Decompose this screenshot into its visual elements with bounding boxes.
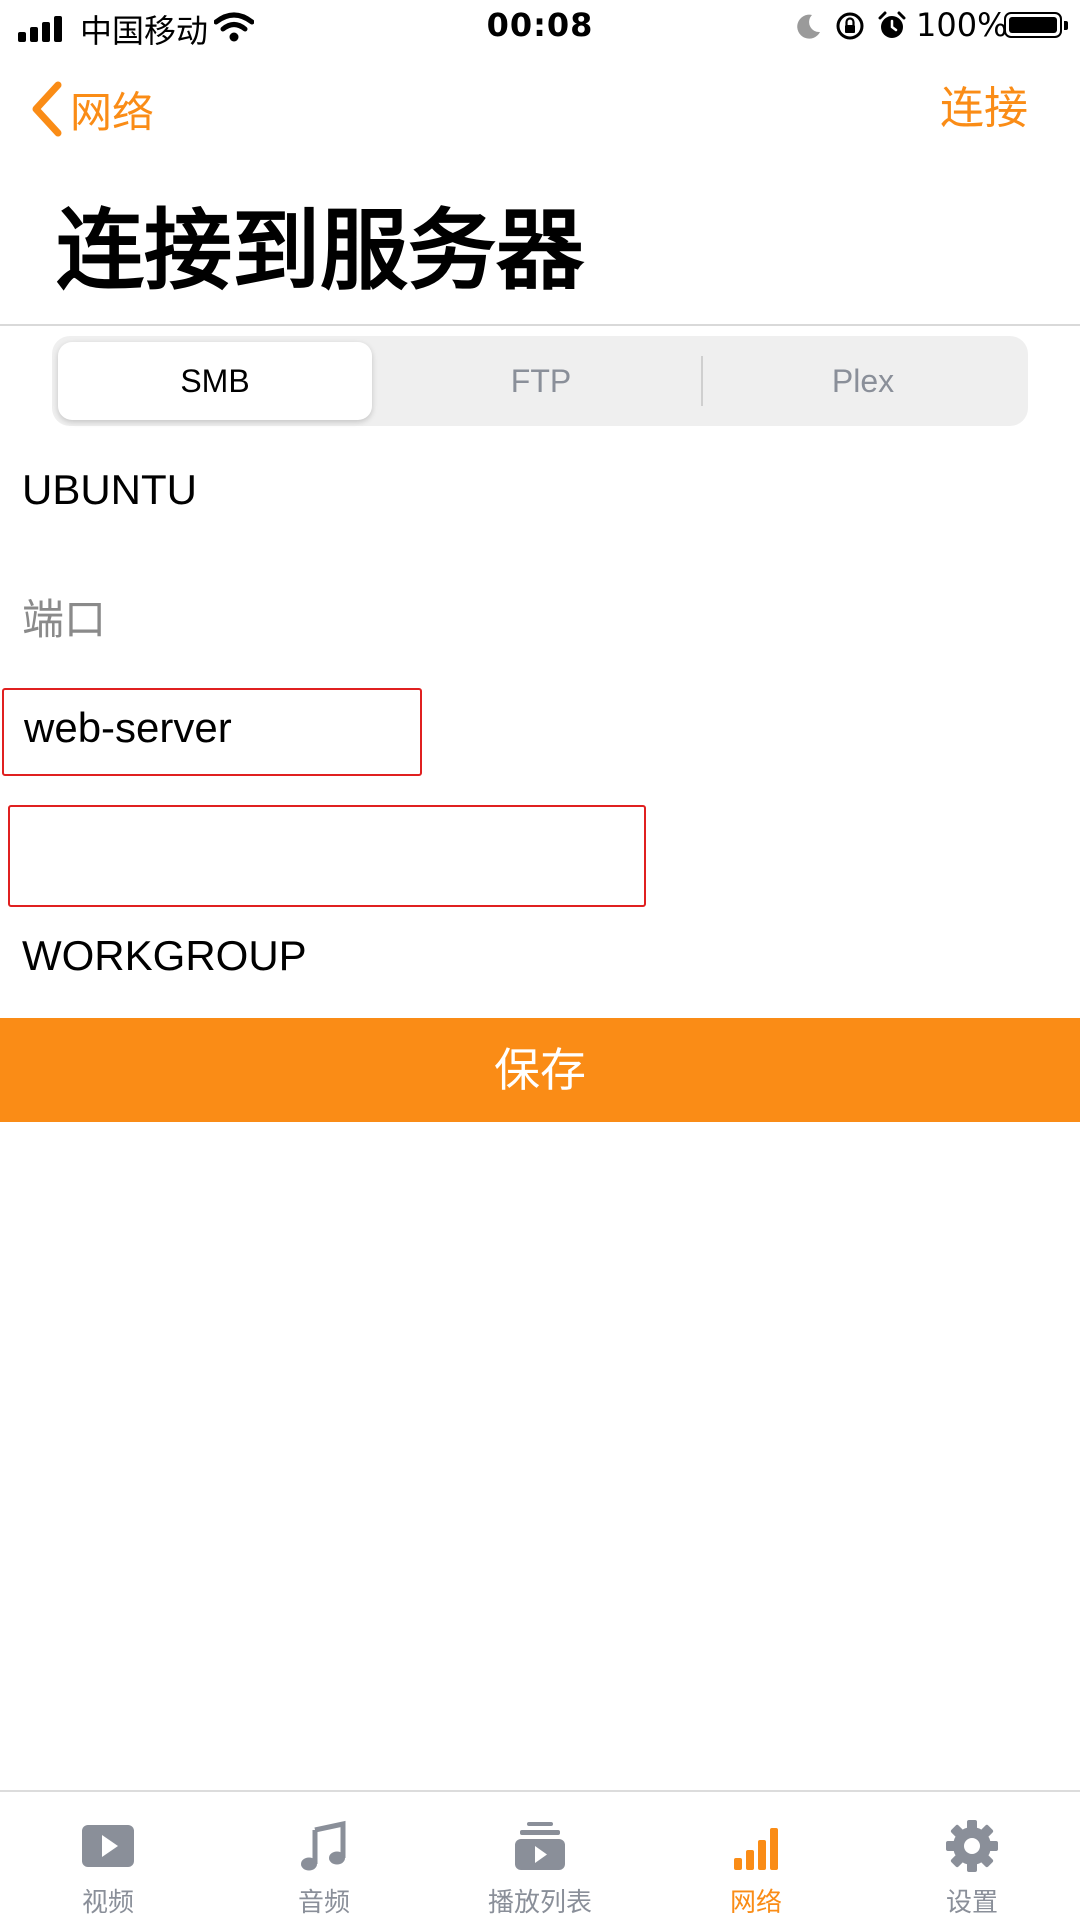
port-field-placeholder: 端口 [22, 596, 107, 643]
username-field-value: web-server [24, 704, 232, 751]
battery-percentage: 100% [916, 6, 1008, 44]
tab-label: 设置 [945, 1888, 998, 1918]
tab-network[interactable]: 网络 [648, 1792, 864, 1922]
tab-label: 网络 [729, 1888, 782, 1918]
rotation-lock-icon [836, 12, 864, 40]
tab-label: 视频 [81, 1888, 134, 1918]
segment-divider [701, 356, 703, 406]
battery-icon [1004, 12, 1068, 38]
password-field[interactable] [8, 805, 646, 907]
tab-audio[interactable]: 音频 [216, 1792, 432, 1922]
playlist-icon [515, 1822, 565, 1870]
port-field[interactable]: 端口 [0, 568, 1080, 654]
tab-settings[interactable]: 设置 [864, 1792, 1080, 1922]
save-button[interactable]: 保存 [0, 1018, 1080, 1122]
tab-playlist[interactable]: 播放列表 [432, 1792, 648, 1922]
tab-label: 音频 [297, 1888, 350, 1918]
server-field[interactable]: UBUNTU [0, 452, 1080, 538]
username-field[interactable]: web-server [2, 688, 422, 776]
signal-bars-icon [734, 1828, 778, 1870]
server-field-value: UBUNTU [22, 466, 197, 513]
status-bar: 中国移动 00:08 100% [0, 0, 1080, 54]
music-note-icon [301, 1820, 346, 1871]
connect-button[interactable]: 连接 [940, 78, 1028, 140]
workgroup-field[interactable]: WORKGROUP [0, 918, 1080, 1004]
protocol-segmented-control: SMB FTP Plex [52, 336, 1028, 426]
alarm-icon [878, 11, 906, 38]
tab-label: 播放列表 [487, 1888, 592, 1918]
play-icon [82, 1825, 134, 1867]
chevron-left-icon [32, 81, 62, 137]
moon-icon [797, 14, 820, 39]
gear-icon [946, 1820, 998, 1872]
tab-bar: 视频 音频 播放列表 网络 设置 [0, 1790, 1080, 1922]
page-title: 连接到服务器 [56, 199, 585, 302]
back-button[interactable]: 网络 [30, 78, 154, 140]
tab-video[interactable]: 视频 [0, 1792, 216, 1922]
segment-smb[interactable]: SMB [58, 342, 372, 420]
segment-plex[interactable]: Plex [704, 342, 1022, 420]
divider [0, 324, 1080, 326]
segment-ftp[interactable]: FTP [382, 342, 700, 420]
workgroup-field-value: WORKGROUP [22, 932, 307, 979]
back-button-label: 网络 [70, 87, 155, 137]
